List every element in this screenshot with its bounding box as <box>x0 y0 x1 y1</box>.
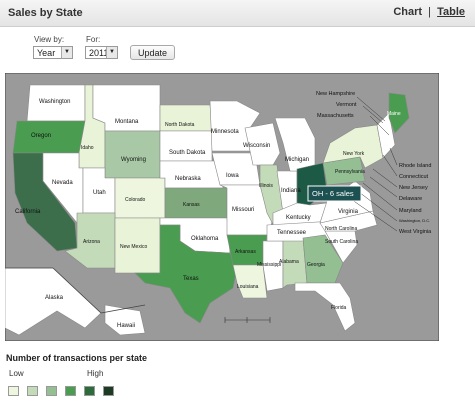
view-by-value: Year <box>37 48 56 58</box>
state-label: Arizona <box>83 239 100 245</box>
state-label: Utah <box>93 190 106 196</box>
state-label: Texas <box>183 276 199 282</box>
state-label: Indiana <box>281 188 301 194</box>
legend-high-label: High <box>87 369 104 378</box>
legend-swatch <box>27 386 38 396</box>
state-label: South Dakota <box>169 150 206 156</box>
state-label: Alaska <box>45 295 64 301</box>
us-sales-map: Washington Oregon California Idaho Monta… <box>4 72 440 342</box>
callout-label: Massachusetts <box>317 113 354 119</box>
callout-label: Rhode Island <box>399 163 431 169</box>
state-label: Illinois <box>259 183 273 189</box>
state-label: Minnesota <box>211 129 239 135</box>
legend-swatch <box>103 386 114 396</box>
state-label: Mississippi <box>257 262 281 268</box>
for-label: For: <box>86 35 101 44</box>
callout-label: Washington, D.C. <box>399 218 430 223</box>
state-label: Wyoming <box>121 157 146 163</box>
state-south-dakota[interactable] <box>159 130 213 162</box>
view-by-select[interactable]: Year ▼ <box>33 46 73 59</box>
year-select[interactable]: 2011 ▼ <box>85 46 118 59</box>
state-label: Pennsylvania <box>335 169 365 175</box>
callout-label: West Virginia <box>399 229 432 235</box>
state-label: Hawaii <box>117 323 135 329</box>
state-label: Tennessee <box>277 230 307 236</box>
tooltip-text: OH - 6 sales <box>312 189 354 198</box>
callout-label: Delaware <box>399 196 422 202</box>
state-label: Louisiana <box>237 284 259 290</box>
state-label: Colorado <box>125 197 146 203</box>
state-label: North Dakota <box>165 122 195 128</box>
state-label: Kentucky <box>286 215 311 221</box>
state-label: California <box>15 209 41 215</box>
chevron-down-icon: ▼ <box>106 47 117 58</box>
chart-view-link[interactable]: Chart <box>393 6 422 18</box>
legend-swatch <box>65 386 76 396</box>
state-label: Iowa <box>226 173 239 179</box>
state-wyoming[interactable] <box>104 130 161 179</box>
state-label: Florida <box>331 305 347 311</box>
title-bar: Sales by State Chart | Table <box>0 0 475 27</box>
state-label: Arkansas <box>235 249 256 255</box>
state-label: Oregon <box>31 133 51 139</box>
state-label: Wisconsin <box>243 143 270 149</box>
state-label: Nebraska <box>175 176 201 182</box>
legend-swatch <box>8 386 19 396</box>
callout-label: New Jersey <box>399 185 428 191</box>
callout-label: Vermont <box>336 102 357 108</box>
state-label: Oklahoma <box>191 236 219 242</box>
state-label: Nevada <box>52 180 73 186</box>
state-label: Idaho <box>81 145 94 151</box>
state-label: Virginia <box>338 209 359 215</box>
state-label: Montana <box>115 119 139 125</box>
state-tooltip: OH - 6 sales <box>307 185 362 202</box>
state-label: Missouri <box>232 207 254 213</box>
callout-label: New Hampshire <box>316 91 355 97</box>
state-label: North Carolina <box>325 226 357 232</box>
legend-low-label: Low <box>9 369 24 378</box>
state-label: Georgia <box>307 262 325 268</box>
legend-swatch <box>84 386 95 396</box>
callout-label: Maryland <box>399 208 422 214</box>
view-separator: | <box>428 6 432 18</box>
chevron-down-icon: ▼ <box>61 47 72 58</box>
legend-swatch <box>46 386 57 396</box>
state-label: Michigan <box>285 157 309 163</box>
state-label: New Mexico <box>120 244 147 250</box>
update-button[interactable]: Update <box>130 45 175 60</box>
state-nebraska[interactable] <box>159 160 224 189</box>
table-view-link[interactable]: Table <box>437 6 465 18</box>
state-label: Maine <box>387 111 401 117</box>
legend-title: Number of transactions per state <box>6 353 148 363</box>
state-label: New York <box>343 151 365 157</box>
state-label: Washington <box>39 99 70 105</box>
state-label: South Carolina <box>325 239 358 245</box>
view-by-label: View by: <box>34 35 65 44</box>
state-label: Alabama <box>279 259 299 265</box>
page-title: Sales by State <box>8 7 83 19</box>
state-label: Kansas <box>183 202 200 208</box>
view-switcher: Chart | Table <box>393 6 465 18</box>
callout-label: Connecticut <box>399 174 429 180</box>
